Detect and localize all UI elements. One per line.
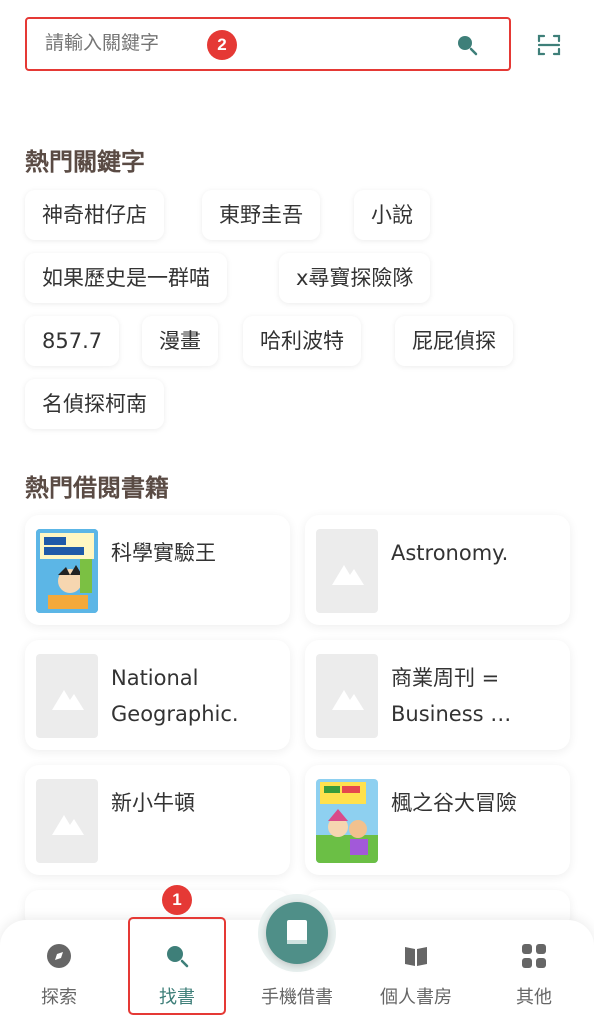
- book-card[interactable]: 科學實驗王: [25, 515, 290, 625]
- placeholder-cover-icon: [316, 529, 378, 613]
- search-bar[interactable]: 2: [25, 17, 511, 71]
- keyword-chip[interactable]: 東野圭吾: [202, 190, 320, 240]
- book-cover-image: [316, 779, 378, 863]
- book-card[interactable]: 商業周刊 = Business …: [305, 640, 570, 750]
- nav-label: 個人書房: [380, 987, 452, 1008]
- book-card[interactable]: 新小牛頓: [25, 765, 290, 875]
- book-cover-image: [36, 529, 98, 613]
- book-title: 新小牛頓: [111, 791, 195, 815]
- book-title: Astronomy.: [391, 541, 509, 565]
- book-icon: [287, 920, 307, 944]
- hot-books-title: 熱門借閱書籍: [25, 474, 169, 502]
- grid-icon: [522, 944, 546, 968]
- placeholder-cover-icon: [316, 654, 378, 738]
- keyword-chip[interactable]: 名偵探柯南: [25, 379, 164, 429]
- nav-item-explore[interactable]: 探索: [9, 920, 109, 1024]
- scan-icon[interactable]: [536, 32, 562, 58]
- keyword-chip[interactable]: 小說: [354, 190, 430, 240]
- nav-item-personal-library[interactable]: 個人書房: [366, 920, 466, 1024]
- keyword-chip[interactable]: 哈利波特: [243, 316, 361, 366]
- keyword-chip[interactable]: 857.7: [25, 316, 120, 366]
- search-icon[interactable]: [455, 33, 479, 57]
- keyword-chip[interactable]: x尋寶探險隊: [279, 253, 431, 303]
- annotation-badge-2: 2: [207, 30, 237, 60]
- nav-label: 其他: [516, 987, 552, 1008]
- book-card[interactable]: Astronomy.: [305, 515, 570, 625]
- keyword-chip[interactable]: 屁屁偵探: [395, 316, 513, 366]
- annotation-badge-1: 1: [162, 885, 192, 915]
- placeholder-cover-icon: [36, 779, 98, 863]
- book-title: 商業周刊 = Business …: [391, 666, 512, 726]
- placeholder-cover-icon: [36, 654, 98, 738]
- open-book-icon: [405, 947, 427, 966]
- keyword-chip[interactable]: 漫畫: [142, 316, 218, 366]
- nav-label: 手機借書: [261, 987, 333, 1008]
- book-card[interactable]: National Geographic.: [25, 640, 290, 750]
- book-title: National Geographic.: [111, 666, 239, 726]
- annotation-highlight-box: [128, 917, 226, 1015]
- compass-icon: [47, 944, 71, 968]
- keyword-chip[interactable]: 神奇柑仔店: [25, 190, 164, 240]
- mobile-borrow-fab[interactable]: [266, 902, 328, 964]
- book-title: 楓之谷大冒險: [391, 791, 517, 815]
- book-title: 科學實驗王: [111, 541, 216, 565]
- hot-keywords-title: 熱門關鍵字: [25, 148, 145, 176]
- nav-label: 探索: [41, 987, 77, 1008]
- book-card[interactable]: 楓之谷大冒險: [305, 765, 570, 875]
- keyword-chip[interactable]: 如果歷史是一群喵: [25, 253, 227, 303]
- nav-item-others[interactable]: 其他: [484, 920, 584, 1024]
